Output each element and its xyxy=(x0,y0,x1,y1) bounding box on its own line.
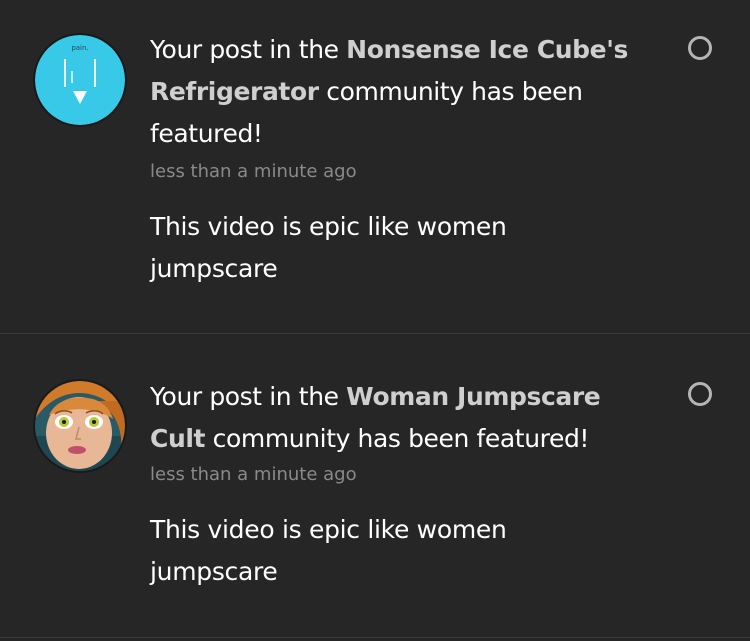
notification-body: This video is epic like women jumpscare xyxy=(150,212,507,283)
community-avatar[interactable]: pain. xyxy=(33,33,127,127)
notification-item[interactable]: pain. Your post in the Nonsense Ice Cube… xyxy=(0,0,750,334)
ice-cube-drawing-icon: pain. xyxy=(35,35,125,125)
community-avatar[interactable] xyxy=(33,379,127,473)
unread-indicator-icon[interactable] xyxy=(688,382,712,406)
notification-time: less than a minute ago xyxy=(150,161,357,182)
headline-prefix: Your post in the xyxy=(150,382,347,411)
notification-headline: Your post in the Nonsense Ice Cube's Ref… xyxy=(150,29,650,155)
unread-indicator-icon[interactable] xyxy=(688,36,712,60)
notification-headline: Your post in the Woman Jumpscare Cult co… xyxy=(150,376,650,460)
notification-body: This video is epic like women jumpscare xyxy=(150,515,507,586)
headline-suffix: community has been featured! xyxy=(205,424,590,453)
headline-prefix: Your post in the xyxy=(150,35,347,64)
cartoon-woman-face-icon xyxy=(35,381,125,471)
notification-time: less than a minute ago xyxy=(150,464,357,485)
avatar-caption: pain. xyxy=(71,44,88,52)
notification-item[interactable]: Your post in the Woman Jumpscare Cult co… xyxy=(0,334,750,638)
